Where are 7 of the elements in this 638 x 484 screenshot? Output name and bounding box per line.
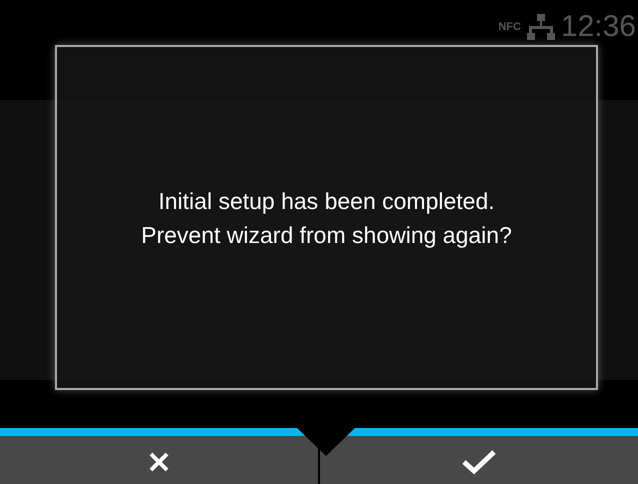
clock-time: 12:36 — [560, 12, 636, 42]
network-icon — [526, 14, 555, 40]
nfc-label: NFC — [498, 22, 521, 32]
close-icon — [148, 451, 170, 473]
checkmark-icon — [462, 449, 496, 475]
confirm-button[interactable] — [320, 436, 638, 484]
dialog-message: Initial setup has been completed. Prevent wizard from showing again? — [141, 186, 512, 250]
